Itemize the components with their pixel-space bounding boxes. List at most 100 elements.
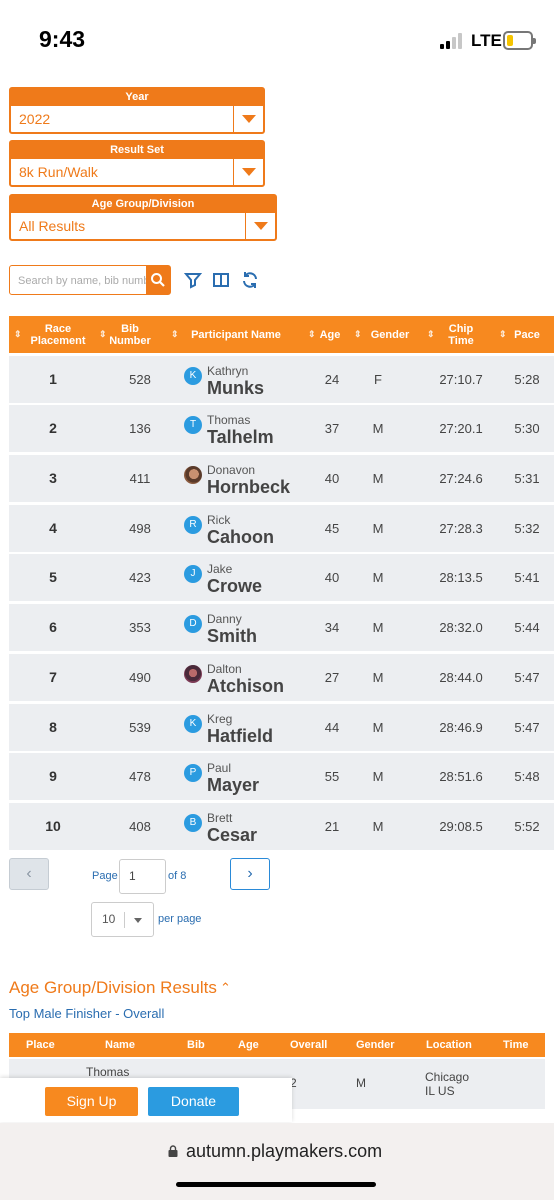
- first-name[interactable]: Kathryn: [207, 364, 248, 378]
- first-name[interactable]: Dalton: [207, 662, 242, 676]
- age: 24: [324, 371, 340, 387]
- bib-number: 528: [129, 371, 151, 387]
- bib-number: 353: [129, 620, 151, 636]
- first-name[interactable]: Brett: [207, 811, 232, 825]
- last-name[interactable]: Talhelm: [207, 427, 274, 448]
- last-name[interactable]: Mayer: [207, 775, 259, 796]
- chip-time: 29:08.5: [439, 818, 483, 834]
- result-set-select[interactable]: Result Set 8k Run/Walk: [9, 140, 265, 187]
- first-name[interactable]: Rick: [207, 513, 230, 527]
- location-city: Chicago: [425, 1070, 470, 1084]
- search-button[interactable]: [146, 266, 170, 294]
- gender: M: [372, 669, 384, 685]
- age: 40: [324, 570, 340, 586]
- gender: F: [374, 371, 382, 387]
- last-name[interactable]: Crowe: [207, 576, 262, 597]
- table-row[interactable]: 10 408 B Brett Cesar 21 M 29:08.5 5:52: [9, 802, 554, 850]
- race-placement: 10: [45, 817, 61, 834]
- header-time: Time: [503, 1039, 529, 1051]
- table-row[interactable]: 7 490 Dalton Atchison 27 M 28:44.0 5:47: [9, 653, 554, 701]
- avatar: T: [184, 416, 202, 435]
- name[interactable]: Thomas: [86, 1065, 129, 1079]
- table-row[interactable]: 1 528 K Kathryn Munks 24 F 27:10.7 5:28: [9, 355, 554, 403]
- donate-button[interactable]: Donate: [148, 1087, 239, 1116]
- header-gender[interactable]: Gender: [365, 316, 415, 353]
- first-name[interactable]: Kreg: [207, 712, 232, 726]
- race-placement: 9: [49, 768, 57, 785]
- sort-icon[interactable]: ⇕: [427, 329, 435, 340]
- header-place: Place: [26, 1039, 55, 1051]
- last-name[interactable]: Cahoon: [207, 527, 274, 548]
- avatar: R: [184, 515, 202, 534]
- table-row[interactable]: 2 136 T Thomas Talhelm 37 M 27:20.1 5:30: [9, 405, 554, 453]
- chevron-down-icon[interactable]: [245, 213, 275, 239]
- bib-number: 408: [129, 818, 151, 834]
- age: 44: [324, 719, 340, 735]
- table-row[interactable]: 3 411 Donavon Hornbeck 40 M 27:24.6 5:31: [9, 455, 554, 503]
- table-row[interactable]: 8 539 K Kreg Hatfield 44 M 28:46.9 5:47: [9, 703, 554, 751]
- first-name[interactable]: Donavon: [207, 463, 255, 477]
- age: 21: [324, 818, 340, 834]
- search-input[interactable]: Search by name, bib number: [9, 265, 171, 295]
- sort-icon[interactable]: ⇕: [354, 329, 362, 340]
- sort-icon[interactable]: ⇕: [14, 329, 22, 340]
- result-set-label: Result Set: [11, 142, 263, 159]
- table-row[interactable]: 5 423 J Jake Crowe 40 M 28:13.5 5:41: [9, 554, 554, 602]
- avatar: P: [184, 764, 202, 783]
- gender: M: [372, 570, 384, 586]
- age: 55: [324, 769, 340, 785]
- chevron-up-icon[interactable]: ⌃: [220, 980, 231, 996]
- avatar: K: [184, 366, 202, 385]
- filter-icon[interactable]: [184, 271, 202, 289]
- home-indicator[interactable]: [176, 1182, 376, 1187]
- url-text[interactable]: autumn.playmakers.com: [186, 1141, 382, 1162]
- sort-icon[interactable]: ⇕: [171, 329, 179, 340]
- year-select[interactable]: Year 2022: [9, 87, 265, 134]
- columns-icon[interactable]: [212, 271, 230, 289]
- last-name[interactable]: Munks: [207, 378, 264, 399]
- header-name: Name: [105, 1039, 135, 1051]
- table-row[interactable]: 9 478 P Paul Mayer 55 M 28:51.6 5:48: [9, 753, 554, 801]
- table-row[interactable]: 4 498 R Rick Cahoon 45 M 27:28.3 5:32: [9, 504, 554, 552]
- per-page-select[interactable]: 10: [91, 902, 154, 937]
- signup-button[interactable]: Sign Up: [45, 1087, 138, 1116]
- pace: 5:44: [514, 620, 540, 636]
- avatar: B: [184, 813, 202, 832]
- last-name[interactable]: Hornbeck: [207, 477, 290, 498]
- year-label: Year: [11, 89, 263, 106]
- bib-number: 136: [129, 421, 151, 437]
- chip-time: 27:20.1: [439, 421, 483, 437]
- race-placement: 7: [49, 668, 57, 685]
- header-age[interactable]: Age: [315, 316, 345, 353]
- header-race-placement[interactable]: Race Placement: [23, 316, 93, 353]
- last-name[interactable]: Atchison: [207, 676, 284, 697]
- result-set-value: 8k Run/Walk: [19, 164, 98, 180]
- bib-number: 498: [129, 520, 151, 536]
- last-name[interactable]: Cesar: [207, 825, 257, 846]
- page-number-input[interactable]: 1: [119, 859, 166, 894]
- first-name[interactable]: Danny: [207, 612, 242, 626]
- last-name[interactable]: Smith: [207, 626, 257, 647]
- avatar: K: [184, 714, 202, 733]
- pace: 5:48: [514, 769, 540, 785]
- first-name[interactable]: Paul: [207, 761, 231, 775]
- prev-page-button[interactable]: ‹: [9, 858, 49, 890]
- header-participant-name[interactable]: Participant Name: [181, 316, 291, 353]
- age-group-results-title[interactable]: Age Group/Division Results: [9, 978, 217, 998]
- refresh-icon[interactable]: [241, 271, 259, 289]
- age-group-select[interactable]: Age Group/Division All Results: [9, 194, 277, 241]
- first-name[interactable]: Thomas: [207, 413, 250, 427]
- race-placement: 1: [49, 370, 57, 387]
- header-chip-time[interactable]: Chip Time: [439, 316, 483, 353]
- header-pace[interactable]: Pace: [509, 316, 545, 353]
- chevron-down-icon[interactable]: [233, 159, 263, 185]
- table-row[interactable]: 6 353 D Danny Smith 34 M 28:32.0 5:44: [9, 604, 554, 652]
- last-name[interactable]: Hatfield: [207, 726, 273, 747]
- chevron-down-icon[interactable]: [233, 106, 263, 132]
- next-page-button[interactable]: ›: [230, 858, 270, 890]
- first-name[interactable]: Jake: [207, 562, 232, 576]
- pace: 5:47: [514, 719, 540, 735]
- header-bib-number[interactable]: Bib Number: [105, 316, 155, 353]
- age-group-subtitle[interactable]: Top Male Finisher - Overall: [9, 1006, 164, 1021]
- sort-icon[interactable]: ⇕: [499, 329, 507, 340]
